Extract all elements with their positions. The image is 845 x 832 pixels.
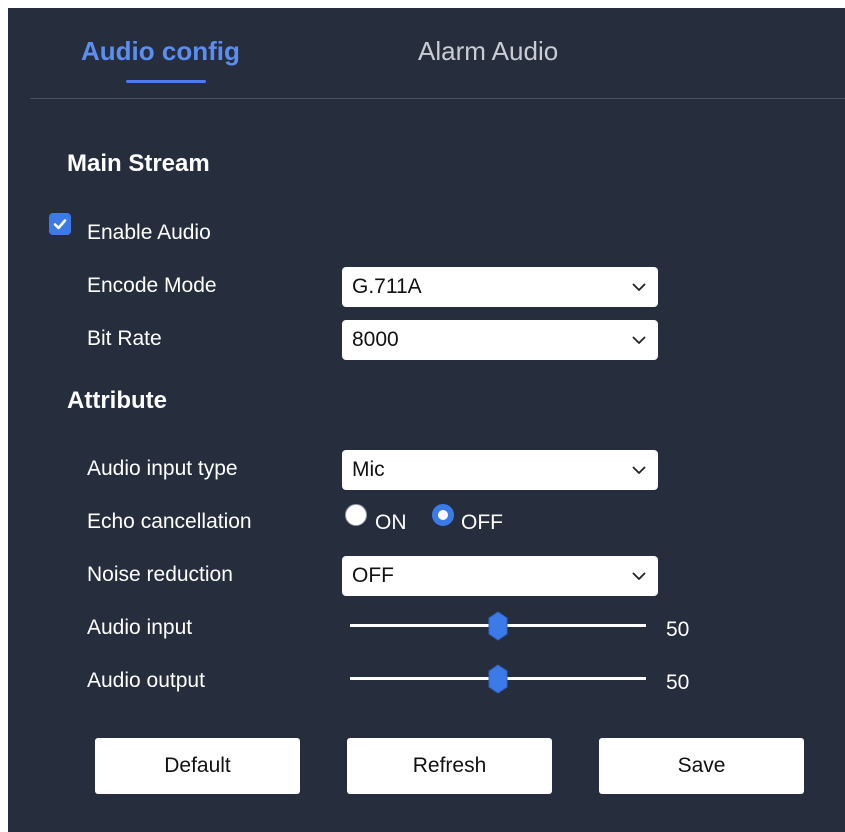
echo-cancellation-off-radio[interactable]	[432, 504, 454, 526]
chevron-down-icon	[632, 336, 646, 344]
attribute-title: Attribute	[67, 387, 167, 414]
chevron-down-icon	[632, 466, 646, 474]
chevron-down-icon	[632, 572, 646, 580]
echo-cancellation-off-label: OFF	[461, 511, 503, 534]
bit-rate-select[interactable]: 8000	[342, 320, 658, 360]
tab-divider	[30, 98, 845, 99]
default-button[interactable]: Default	[95, 738, 300, 794]
noise-reduction-select[interactable]: OFF	[342, 556, 658, 596]
audio-input-label: Audio input	[87, 616, 193, 639]
checkmark-icon	[53, 219, 67, 230]
encode-mode-select[interactable]: G.711A	[342, 267, 658, 307]
echo-cancellation-on-radio[interactable]	[345, 504, 367, 526]
audio-output-value: 50	[666, 671, 690, 694]
slider-thumb-icon[interactable]	[488, 611, 508, 641]
main-stream-title: Main Stream	[67, 150, 210, 177]
tab-audio-config[interactable]: Audio config	[81, 36, 240, 67]
noise-reduction-value: OFF	[352, 564, 394, 587]
bit-rate-label: Bit Rate	[87, 327, 162, 350]
encode-mode-value: G.711A	[352, 275, 422, 298]
slider-thumb-icon[interactable]	[488, 664, 508, 694]
enable-audio-label: Enable Audio	[87, 221, 211, 244]
bit-rate-value: 8000	[352, 328, 399, 351]
noise-reduction-label: Noise reduction	[87, 563, 233, 586]
refresh-button[interactable]: Refresh	[347, 738, 552, 794]
tab-alarm-audio[interactable]: Alarm Audio	[418, 36, 558, 67]
chevron-down-icon	[632, 283, 646, 291]
enable-audio-checkbox[interactable]	[49, 213, 71, 235]
encode-mode-label: Encode Mode	[87, 274, 217, 297]
audio-input-type-label: Audio input type	[87, 457, 238, 480]
active-tab-indicator	[126, 80, 206, 83]
audio-input-value: 50	[666, 618, 690, 641]
audio-output-label: Audio output	[87, 669, 205, 692]
echo-cancellation-label: Echo cancellation	[87, 510, 252, 533]
audio-settings-panel: Audio config Alarm Audio Main Stream Ena…	[8, 8, 845, 832]
audio-input-type-value: Mic	[352, 458, 385, 481]
save-button[interactable]: Save	[599, 738, 804, 794]
audio-input-type-select[interactable]: Mic	[342, 450, 658, 490]
echo-cancellation-on-label: ON	[375, 511, 407, 534]
